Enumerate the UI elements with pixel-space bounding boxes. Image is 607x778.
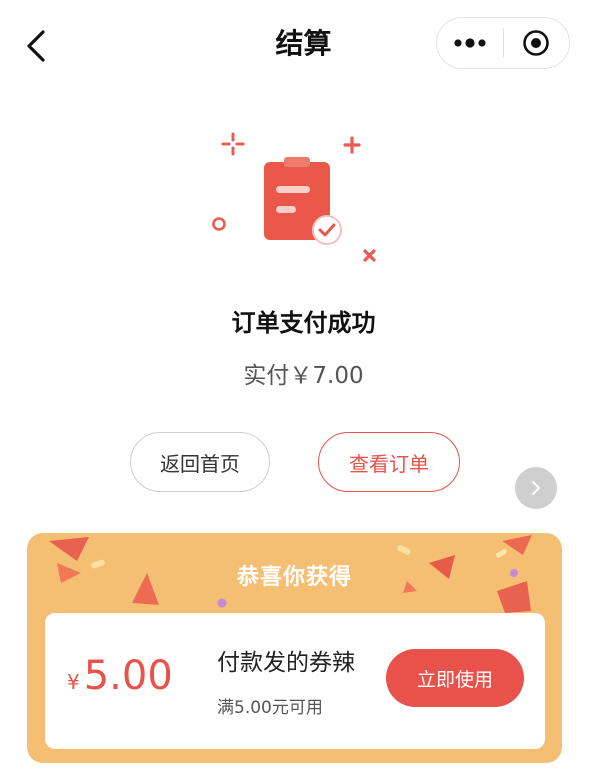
clipboard-check-icon (212, 132, 376, 262)
mini-program-capsule (436, 17, 570, 69)
paid-amount: 实付￥7.00 (243, 363, 364, 389)
plus-icon (343, 136, 361, 154)
chevron-right-icon (532, 481, 540, 495)
coupon-name: 付款发的券辣 (217, 650, 355, 676)
sparkle-icon (221, 132, 245, 156)
coupon-item: ¥ 5.00 付款发的券辣 满5.00元可用 立即使用 (45, 613, 545, 749)
ring-icon (212, 217, 226, 231)
target-circle-icon (523, 30, 550, 56)
close-program-button[interactable] (504, 18, 570, 68)
payment-success-title: 订单支付成功 (231, 309, 376, 337)
coupon-condition: 满5.00元可用 (217, 698, 323, 718)
back-to-home-button[interactable]: 返回首页 (130, 432, 270, 492)
more-dots-icon (454, 38, 486, 48)
coupon-reward-card: 恭喜你获得 ¥ 5.00 付款发的券辣 满5.00元可用 立即使用 (27, 533, 562, 763)
more-button[interactable] (437, 18, 503, 68)
currency-symbol: ¥ (67, 670, 80, 694)
navigation-bar: 结算 (0, 0, 607, 88)
reward-heading: 恭喜你获得 (236, 565, 352, 590)
coupon-amount: ¥ 5.00 (67, 653, 173, 699)
coupon-value: 5.00 (83, 653, 173, 699)
floating-next-button[interactable] (515, 467, 557, 509)
use-now-button[interactable]: 立即使用 (386, 649, 524, 707)
cross-icon (363, 249, 376, 262)
view-order-button[interactable]: 查看订单 (318, 432, 460, 492)
